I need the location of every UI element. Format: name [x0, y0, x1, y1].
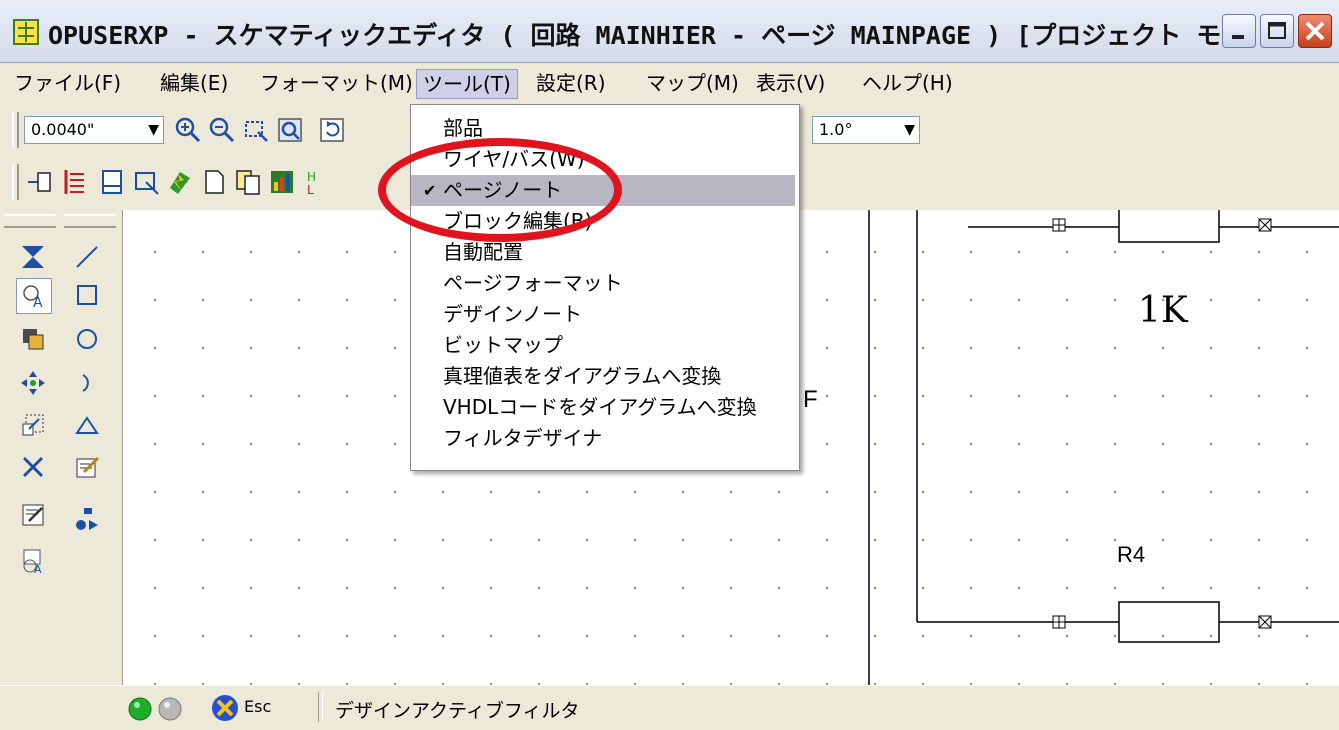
menu-item-label: 真理値表をダイアグラムへ変換 [443, 364, 722, 388]
arc-icon[interactable] [70, 366, 104, 400]
menu-item-label: 部品 [443, 116, 483, 140]
menu-edit[interactable]: 編集(E) [154, 69, 234, 97]
flash-icon[interactable] [164, 166, 196, 198]
menu-map[interactable]: マップ(M) [640, 69, 745, 97]
zoom-out-icon[interactable] [206, 114, 238, 146]
svg-text:H: H [307, 170, 316, 184]
page-icon[interactable] [96, 166, 128, 198]
resistor-ref-label[interactable]: R4 [1117, 542, 1145, 568]
close-icon [1305, 21, 1325, 41]
partial-label: F [803, 386, 818, 413]
text-tool-icon[interactable]: A [16, 278, 52, 314]
app-icon [13, 19, 39, 45]
status-divider [318, 692, 323, 722]
menu-item-filter-designer[interactable]: フィルタデザイナ [411, 423, 795, 454]
select-icon[interactable] [16, 240, 50, 274]
menu-help[interactable]: ヘルプ(H) [856, 69, 959, 97]
tool-palette: A A [0, 210, 123, 730]
chevron-down-icon: ▼ [904, 122, 915, 138]
highlight-oval [378, 138, 622, 242]
close-button[interactable] [1298, 14, 1332, 48]
move-icon[interactable] [16, 366, 50, 400]
symbol-icon[interactable]: A [16, 544, 50, 578]
svg-text:A: A [33, 295, 43, 309]
copy-page-icon[interactable] [232, 166, 264, 198]
maximize-icon [1268, 22, 1286, 39]
refresh-icon[interactable] [316, 114, 348, 146]
resistor-value-label[interactable]: 1K [1138, 290, 1188, 331]
edit-note-icon[interactable] [16, 498, 50, 532]
resize-icon[interactable] [16, 408, 50, 442]
esc-label: Esc [244, 697, 272, 716]
maximize-button[interactable] [1260, 14, 1294, 48]
note-icon[interactable] [70, 450, 104, 484]
zoom-in-icon[interactable] [172, 114, 204, 146]
esc-button[interactable]: Esc [210, 692, 300, 724]
menu-item-page-format[interactable]: ページフォーマット [411, 268, 795, 299]
minimize-button[interactable] [1222, 14, 1256, 48]
status-text: デザインアクティブフィルタ [335, 700, 580, 722]
menu-item-label: VHDLコードをダイアグラムへ変換 [443, 395, 757, 419]
menu-file[interactable]: ファイル(F) [8, 69, 127, 97]
application-window: OPUSERXP - スケマティックエディタ ( 回路 MAINHIER - ペ… [0, 0, 1339, 730]
menu-item-truth-table[interactable]: 真理値表をダイアグラムへ変換 [411, 361, 795, 392]
toolbar-grip[interactable] [12, 112, 19, 148]
menu-tools[interactable]: ツール(T) [416, 69, 518, 99]
hierarchy-icon[interactable] [70, 502, 104, 536]
hdl-icon[interactable]: HL [300, 166, 332, 198]
rectangle-icon[interactable] [70, 278, 104, 312]
title-bar: OPUSERXP - スケマティックエディタ ( 回路 MAINHIER - ペ… [0, 0, 1339, 63]
grid-size-combo[interactable]: 0.0040" ▼ [24, 116, 164, 144]
cancel-icon [212, 695, 238, 721]
delete-icon[interactable] [16, 450, 50, 484]
menu-item-label: 自動配置 [443, 240, 523, 264]
palette-grip[interactable] [4, 214, 56, 228]
menu-bar: ファイル(F) 編集(E) フォーマット(M) ツール(T) 設定(R) マップ… [0, 63, 1339, 103]
grid-size-value: 0.0040" [31, 120, 95, 139]
minimize-icon [1232, 35, 1244, 39]
chevron-down-icon: ▼ [148, 122, 159, 138]
chart-icon[interactable] [266, 166, 298, 198]
angle-combo[interactable]: 1.0° ▼ [812, 116, 920, 144]
menu-view[interactable]: 表示(V) [750, 69, 831, 97]
svg-text:A: A [34, 563, 42, 574]
menu-settings[interactable]: 設定(R) [530, 69, 612, 97]
menu-item-label: ページフォーマット [443, 271, 623, 295]
toolbar-grip[interactable] [12, 164, 19, 200]
zoom-area-icon[interactable] [240, 114, 272, 146]
layer-icon[interactable] [16, 322, 50, 356]
menu-format[interactable]: フォーマット(M) [254, 69, 419, 97]
select-area-icon[interactable] [130, 166, 162, 198]
triangle-icon[interactable] [70, 408, 104, 442]
palette-grip[interactable] [64, 214, 116, 228]
pin-icon[interactable] [24, 166, 56, 198]
menu-item-auto-place[interactable]: 自動配置 [411, 237, 795, 268]
menu-item-vhdl[interactable]: VHDLコードをダイアグラムへ変換 [411, 392, 795, 423]
status-lights-icon [128, 697, 182, 721]
svg-text:L: L [307, 183, 314, 196]
line-icon[interactable] [70, 240, 104, 274]
angle-value: 1.0° [819, 120, 853, 139]
new-page-icon[interactable] [198, 166, 230, 198]
bus-icon[interactable] [58, 166, 90, 198]
menu-item-design-note[interactable]: デザインノート [411, 299, 795, 330]
zoom-fit-icon[interactable] [274, 114, 306, 146]
window-title: OPUSERXP - スケマティックエディタ ( 回路 MAINHIER - ペ… [48, 21, 1292, 50]
menu-item-label: ビットマップ [443, 333, 563, 357]
circle-icon[interactable] [70, 322, 104, 356]
menu-item-bitmap[interactable]: ビットマップ [411, 330, 795, 361]
status-bar: Esc デザインアクティブフィルタ [0, 685, 1339, 730]
toolbar-tools: HL [0, 156, 420, 206]
menu-item-label: フィルタデザイナ [443, 426, 603, 450]
menu-item-label: デザインノート [443, 302, 582, 326]
